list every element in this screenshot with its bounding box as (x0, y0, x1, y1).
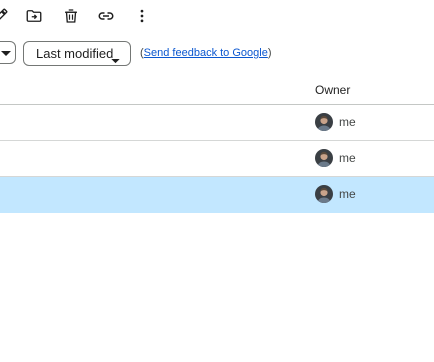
owner-name: me (339, 187, 356, 201)
delete-button[interactable] (59, 4, 83, 28)
feedback-close-paren: ) (267, 47, 272, 59)
owner-cell: me (315, 185, 356, 203)
move-to-folder-icon (25, 7, 43, 25)
column-header-owner[interactable]: Owner (315, 83, 350, 97)
file-table: Owner me me me (0, 70, 434, 213)
table-row[interactable]: me (0, 105, 434, 141)
selection-toolbar (0, 0, 434, 34)
more-vert-icon (133, 7, 151, 25)
drive-file-list-view: Last modified (Send feedback to Google) … (0, 0, 434, 362)
feedback-note: (Send feedback to Google) (140, 47, 272, 59)
filter-chip-previous[interactable] (0, 41, 16, 64)
owner-cell: me (315, 149, 356, 167)
table-row[interactable]: me (0, 141, 434, 177)
table-header: Owner (0, 70, 434, 105)
avatar (315, 113, 333, 131)
edit-button[interactable] (0, 4, 12, 28)
edit-icon (0, 7, 9, 25)
move-to-folder-button[interactable] (22, 4, 46, 28)
copy-link-button[interactable] (94, 4, 118, 28)
owner-name: me (339, 151, 356, 165)
link-icon (97, 7, 115, 25)
filter-chips-row: Last modified (Send feedback to Google) (0, 41, 434, 66)
chevron-down-icon (1, 44, 11, 62)
owner-name: me (339, 115, 356, 129)
chevron-down-icon (111, 52, 120, 67)
table-row-selected[interactable]: me (0, 177, 434, 213)
sort-last-modified-chip[interactable]: Last modified (23, 41, 131, 66)
more-actions-button[interactable] (130, 4, 154, 28)
trash-icon (62, 7, 80, 25)
sort-chip-label: Last modified (36, 46, 114, 61)
avatar (315, 149, 333, 167)
send-feedback-link[interactable]: Send feedback to Google (144, 47, 268, 59)
avatar (315, 185, 333, 203)
owner-cell: me (315, 113, 356, 131)
